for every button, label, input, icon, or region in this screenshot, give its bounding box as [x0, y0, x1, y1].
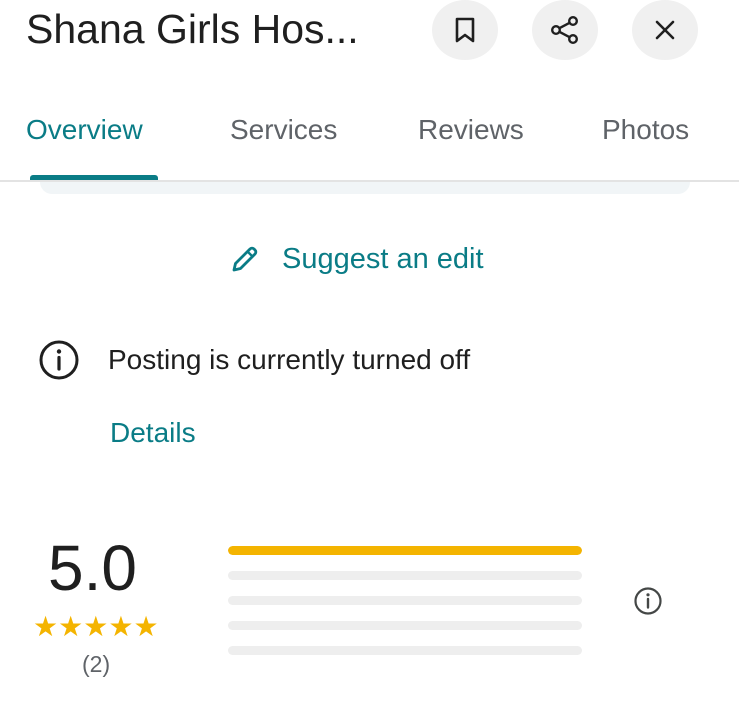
star-icon: ★ [133, 610, 159, 643]
close-button[interactable] [632, 0, 698, 60]
tab-reviews[interactable]: Reviews [418, 112, 524, 148]
bookmark-icon [455, 17, 475, 43]
rating-value: 5.0 [48, 532, 137, 604]
rating-bar-4 [228, 571, 582, 580]
tab-overview[interactable]: Overview [26, 112, 143, 148]
close-icon [655, 20, 675, 40]
posting-notice: Posting is currently turned off [38, 338, 470, 382]
tab-photos[interactable]: Photos [602, 112, 689, 148]
posting-notice-text: Posting is currently turned off [108, 344, 471, 375]
suggest-edit-label: Suggest an edit [282, 242, 484, 275]
rating-bar-fill [228, 546, 582, 555]
suggest-edit-button[interactable]: Suggest an edit [228, 238, 484, 280]
star-icon: ★ [58, 610, 84, 643]
info-icon [39, 340, 79, 380]
star-icon: ★ [83, 610, 109, 643]
review-count[interactable]: (2) [82, 649, 110, 679]
rating-bar-2 [228, 621, 582, 630]
rating-bar-3 [228, 596, 582, 605]
rating-bar-1 [228, 646, 582, 655]
star-icon: ★ [33, 610, 59, 643]
rating-distribution [228, 546, 582, 671]
star-icon: ★ [108, 610, 134, 643]
rating-info-icon[interactable] [633, 586, 663, 616]
save-button[interactable] [432, 0, 498, 60]
card-edge [40, 182, 690, 194]
share-icon [551, 16, 579, 45]
pencil-icon [232, 246, 258, 272]
star-rating: ★ ★ ★ ★ ★ [33, 612, 159, 642]
place-title: Shana Girls Hos... [26, 6, 359, 52]
tab-services[interactable]: Services [230, 112, 337, 148]
rating-bar-5 [228, 546, 582, 555]
share-button[interactable] [532, 0, 598, 60]
details-link[interactable]: Details [110, 414, 196, 452]
tab-bar: Overview Services Reviews Photos [0, 100, 739, 180]
